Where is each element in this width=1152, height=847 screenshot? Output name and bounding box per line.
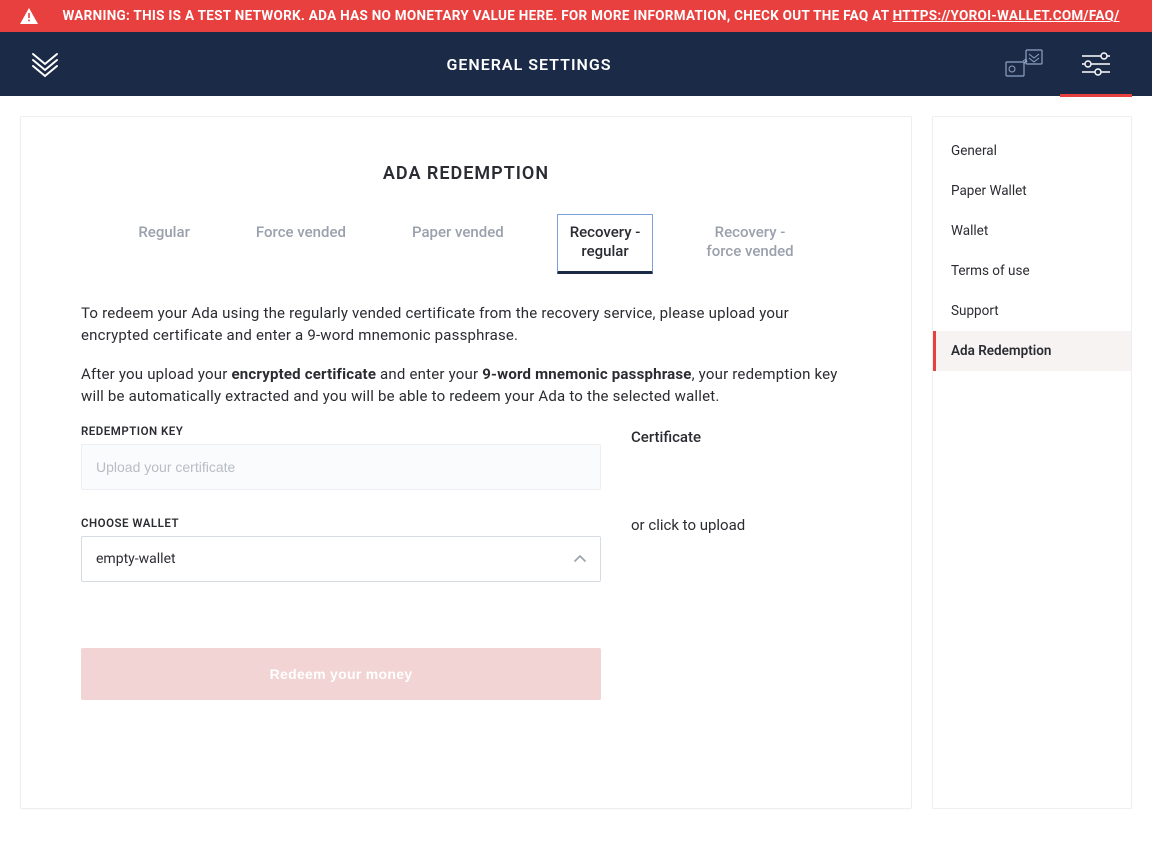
para2-mid: and enter your (376, 365, 482, 383)
certificate-title: Certificate (631, 428, 701, 446)
warning-triangle-icon (20, 8, 38, 24)
choose-wallet-value: empty-wallet (96, 551, 176, 567)
certificate-upload-area[interactable]: Certificate or click to upload (631, 424, 851, 700)
main-content-card: ADA REDEMPTION Regular Force vended Pape… (20, 116, 912, 809)
header-settings-button[interactable] (1060, 32, 1132, 96)
tab-recovery-force-vended[interactable]: Recovery -force vended (693, 214, 806, 274)
page-title: GENERAL SETTINGS (70, 55, 988, 74)
tab-recovery-regular-label: Recovery -regular (570, 223, 641, 261)
redemption-key-label: REDEMPTION KEY (81, 424, 601, 438)
certificate-upload-hint: or click to upload (631, 516, 745, 534)
sidebar-item-ada-redemption[interactable]: Ada Redemption (933, 331, 1131, 371)
redemption-key-input[interactable] (81, 444, 601, 490)
instructions-paragraph-1: To redeem your Ada using the regularly v… (81, 302, 851, 347)
warning-faq-link[interactable]: HTTPS://YOROI-WALLET.COM/FAQ/ (893, 8, 1120, 24)
redeem-button[interactable]: Redeem your money (81, 648, 601, 700)
tab-paper-vended[interactable]: Paper vended (399, 214, 517, 274)
sidebar-item-paper-wallet[interactable]: Paper Wallet (933, 171, 1131, 211)
warning-text: WARNING: THIS IS A TEST NETWORK. ADA HAS… (62, 8, 892, 24)
sidebar-item-general[interactable]: General (933, 131, 1131, 171)
tab-force-vended[interactable]: Force vended (243, 214, 359, 274)
test-network-warning-banner: WARNING: THIS IS A TEST NETWORK. ADA HAS… (0, 0, 1152, 32)
settings-sidebar: General Paper Wallet Wallet Terms of use… (932, 116, 1132, 809)
tab-recovery-force-vended-label: Recovery -force vended (706, 223, 793, 261)
sidebar-item-support[interactable]: Support (933, 291, 1131, 331)
redemption-tabs: Regular Force vended Paper vended Recove… (81, 214, 851, 274)
para2-pre: After you upload your (81, 365, 231, 383)
yoroi-logo[interactable] (20, 50, 70, 78)
header-wallets-button[interactable] (988, 32, 1060, 96)
section-title: ADA REDEMPTION (81, 163, 851, 184)
para2-bold1: encrypted certificate (231, 365, 376, 383)
app-header: GENERAL SETTINGS (0, 32, 1152, 96)
tab-regular[interactable]: Regular (125, 214, 203, 274)
chevron-up-icon (574, 555, 586, 563)
sidebar-item-wallet[interactable]: Wallet (933, 211, 1131, 251)
para2-bold2: 9-word mnemonic passphrase (482, 365, 691, 383)
sidebar-item-terms-of-use[interactable]: Terms of use (933, 251, 1131, 291)
choose-wallet-select[interactable]: empty-wallet (81, 536, 601, 582)
instructions-paragraph-2: After you upload your encrypted certific… (81, 363, 851, 408)
tab-recovery-regular[interactable]: Recovery -regular (557, 214, 654, 274)
choose-wallet-label: CHOOSE WALLET (81, 516, 601, 530)
